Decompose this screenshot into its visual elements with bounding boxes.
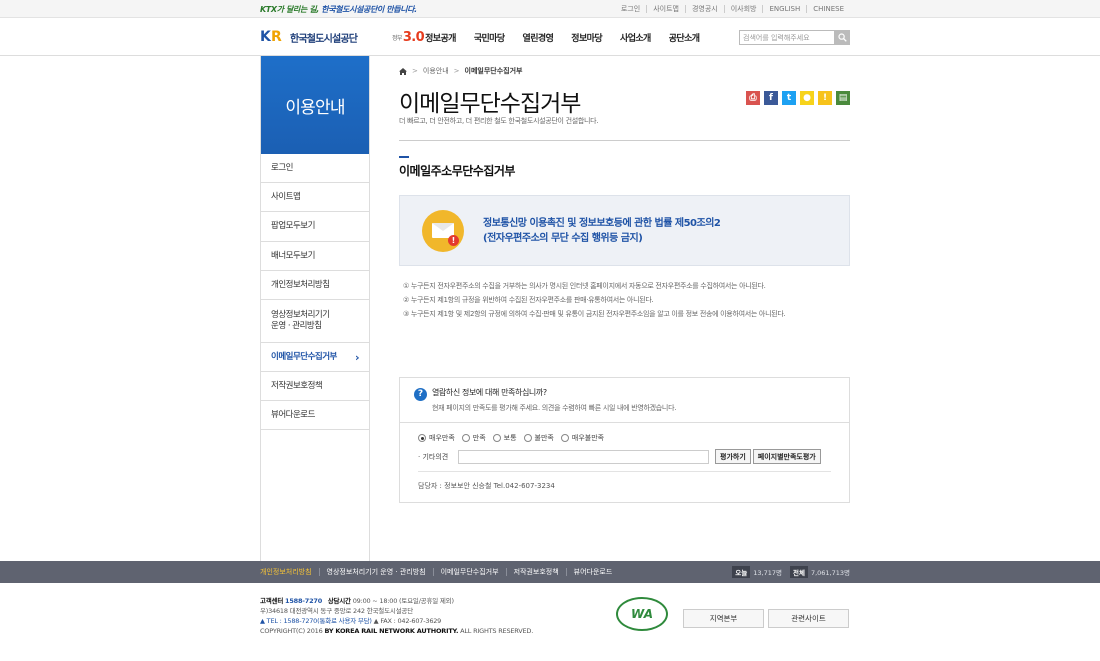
email-warning-icon: ! — [422, 209, 464, 252]
nav-business[interactable]: 사업소개 — [620, 31, 651, 44]
band-icon[interactable]: ▤ — [836, 91, 850, 105]
today-count: 13,717명 — [753, 569, 782, 577]
link-sitemap[interactable]: 사이트맵 — [646, 5, 685, 13]
kakaostory-icon[interactable]: ! — [818, 91, 832, 105]
page-description: 더 빠르고, 더 안전하고, 더 편리한 철도 한국철도시설공단이 건설합니다. — [399, 117, 599, 125]
total-count: 7,061,713명 — [810, 569, 850, 577]
footer-nav: 개인정보처리방침 영상정보처리기기 운영 · 관리방침 이메일무단수집거부 저작… — [0, 561, 1100, 583]
side-item-copyright[interactable]: 저작권보호정책 — [261, 372, 369, 401]
page-manager: 담당자 : 정보보안 신승철 Tel.042-607-3234 — [418, 471, 831, 491]
slogan: KTX가 달리는 길, 한국철도시설공단이 만듭니다. — [260, 4, 417, 15]
search-box: 검색어를 입력해주세요 — [739, 29, 850, 45]
opinion-label: · 기타의견 — [418, 452, 449, 461]
footer-info: 고객센터 1588-7270 상담시간 09:00 ~ 18:00 (토요일/공… — [260, 597, 534, 635]
logo-text: 한국철도시설공단 — [290, 33, 358, 45]
satisfaction-survey: ? 열람하신 정보에 대해 만족하십니까? 현재 페이지의 만족도를 평가해 주… — [399, 377, 850, 503]
side-item-sitemap[interactable]: 사이트맵 — [261, 183, 369, 212]
law-notice-text: 정보통신망 이용촉진 및 정보보호등에 관한 법률 제50조의2 (전자우편주소… — [483, 217, 721, 244]
visitor-counter: 오늘 13,717명 전체 7,061,713명 — [732, 566, 850, 578]
footer-link-email[interactable]: 이메일무단수집거부 — [432, 568, 506, 576]
side-item-email-refusal[interactable]: 이메일무단수집거부 › — [261, 343, 369, 372]
side-item-privacy[interactable]: 개인정보처리방침 — [261, 271, 369, 300]
facebook-icon[interactable]: f — [764, 91, 778, 105]
link-disclosure[interactable]: 경영공시 — [684, 5, 724, 13]
footer-link-copyright[interactable]: 저작권보호정책 — [505, 568, 566, 576]
related-sites-button[interactable]: 관련사이트 — [768, 609, 849, 628]
question-icon: ? — [414, 388, 427, 401]
share-icons: ⎙ f t ● ! ▤ — [742, 91, 850, 105]
rules-list: ① 누구든지 전자우편주소의 수집을 거부하는 의사가 명시된 인터넷 홈페이지… — [403, 279, 786, 321]
slogan-prefix: KTX가 달리는 길, — [260, 4, 319, 14]
section-title: 이메일주소무단수집거부 — [399, 156, 515, 179]
link-chinese[interactable]: CHINESE — [806, 5, 850, 13]
side-item-login[interactable]: 로그인 — [261, 154, 369, 183]
search-icon — [838, 32, 847, 42]
opinion-input[interactable] — [458, 449, 709, 464]
breadcrumb-current: 이메일무단수집거부 — [464, 67, 523, 75]
web-accessibility-mark-icon[interactable]: WA — [612, 594, 672, 634]
nav-public[interactable]: 국민마당 — [474, 31, 505, 44]
main-area: 이용안내 로그인 사이트맵 팝업모두보기 배너모두보기 개인정보처리방침 영상정… — [0, 56, 1100, 561]
kr-logo-icon: KR — [260, 29, 282, 45]
link-login[interactable]: 로그인 — [615, 5, 646, 13]
utility-links: 로그인 사이트맵 경영공시 이사회방 ENGLISH CHINESE — [615, 5, 850, 13]
site-logo[interactable]: KR 한국철도시설공단 — [260, 30, 392, 45]
divider — [399, 140, 850, 141]
rating-options: 매우만족 만족 보통 불만족 매우불만족 — [418, 433, 849, 443]
gov30-icon: 3.0 — [402, 29, 425, 45]
search-button[interactable] — [835, 29, 850, 45]
nav-about[interactable]: 공단소개 — [669, 31, 700, 44]
print-icon[interactable]: ⎙ — [746, 91, 760, 105]
side-item-popups[interactable]: 팝업모두보기 — [261, 212, 369, 242]
nav-open-management[interactable]: 열린경영 — [523, 31, 554, 44]
rule-item: ① 누구든지 전자우편주소의 수집을 거부하는 의사가 명시된 인터넷 홈페이지… — [403, 282, 766, 290]
breadcrumb: > 이용안내 > 이메일무단수집거부 — [399, 66, 522, 76]
main-nav: 정부 3.0 정보공개 국민마당 열린경영 정보마당 사업소개 공단소개 — [392, 30, 717, 45]
radio-very-satisfied[interactable]: 매우만족 — [418, 433, 455, 443]
rule-item: ② 누구든지 제1항의 규정을 위반하여 수집된 전자우편주소를 판매·유통하여… — [403, 296, 654, 304]
side-nav-title: 이용안내 — [261, 56, 369, 154]
footer-link-cctv[interactable]: 영상정보처리기기 운영 · 관리방침 — [318, 568, 433, 576]
link-board[interactable]: 이사회방 — [723, 5, 763, 13]
submit-rating-button[interactable]: 평가하기 — [715, 449, 751, 464]
twitter-icon[interactable]: t — [782, 91, 796, 105]
top-utility-bar: KTX가 달리는 길, 한국철도시설공단이 만듭니다. 로그인 사이트맵 경영공… — [0, 0, 1100, 18]
per-page-rating-button[interactable]: 페이지별만족도평가 — [752, 449, 821, 464]
side-item-viewer[interactable]: 뷰어다운로드 — [261, 401, 369, 430]
chevron-right-icon: › — [354, 350, 360, 364]
page-title: 이메일무단수집거부 — [399, 91, 581, 117]
link-english[interactable]: ENGLISH — [762, 5, 806, 13]
side-nav: 이용안내 로그인 사이트맵 팝업모두보기 배너모두보기 개인정보처리방침 영상정… — [260, 56, 370, 561]
survey-description: 현재 페이지의 만족도를 평가해 주세요. 의견을 수렴하여 빠른 시일 내에 … — [432, 404, 677, 412]
footer-link-privacy[interactable]: 개인정보처리방침 — [260, 568, 319, 576]
survey-question: 열람하신 정보에 대해 만족하십니까? — [432, 388, 547, 397]
rule-item: ③ 누구든지 제1항 및 제2항의 규정에 의하여 수집·판매 및 유통이 금지… — [403, 310, 786, 318]
side-item-banners[interactable]: 배너모두보기 — [261, 242, 369, 271]
breadcrumb-level1[interactable]: 이용안내 — [423, 66, 449, 76]
radio-satisfied[interactable]: 만족 — [461, 433, 486, 443]
side-item-cctv[interactable]: 영상정보처리기기 운영 · 관리방침 — [261, 300, 369, 343]
slogan-main: 한국철도시설공단이 만듭니다. — [321, 4, 417, 14]
radio-very-dissatisfied[interactable]: 매우불만족 — [560, 433, 604, 443]
regional-office-button[interactable]: 지역본부 — [683, 609, 764, 628]
home-icon[interactable] — [399, 67, 407, 75]
site-footer: 고객센터 1588-7270 상담시간 09:00 ~ 18:00 (토요일/공… — [0, 583, 1100, 661]
search-input[interactable]: 검색어를 입력해주세요 — [739, 29, 835, 45]
nav-gov30-info[interactable]: 정부 3.0 정보공개 — [392, 30, 456, 45]
kakaotalk-icon[interactable]: ● — [800, 91, 814, 105]
law-notice-box: ! 정보통신망 이용촉진 및 정보보호등에 관한 법률 제50조의2 (전자우편… — [399, 195, 850, 266]
radio-dissatisfied[interactable]: 불만족 — [523, 433, 554, 443]
nav-info[interactable]: 정보마당 — [571, 31, 602, 44]
footer-link-viewer[interactable]: 뷰어다운로드 — [565, 568, 620, 576]
site-header: KR 한국철도시설공단 정부 3.0 정보공개 국민마당 열린경영 정보마당 사업소… — [0, 18, 1100, 56]
radio-neutral[interactable]: 보통 — [492, 433, 517, 443]
